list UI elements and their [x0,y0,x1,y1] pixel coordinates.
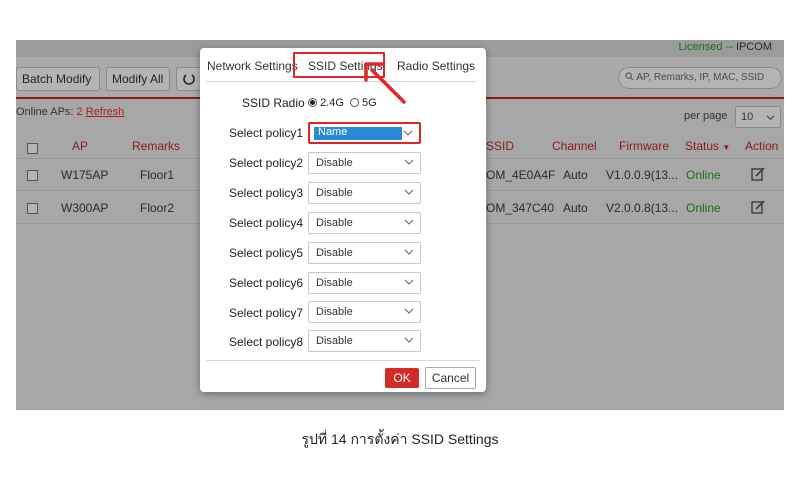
policy-label: Select policy8 [229,335,304,349]
policy-select[interactable]: Disable [308,242,421,264]
chevron-down-icon [404,279,414,285]
row-checkbox[interactable] [27,170,38,181]
chevron-down-icon [766,115,775,121]
tab-network-settings[interactable]: Network Settings [207,59,298,73]
dialog-footer-divider [206,360,480,361]
per-page-value: 10 [741,111,754,123]
policy-value: Disable [316,247,353,259]
policy-select[interactable]: Disable [308,152,421,174]
policy-label: Select policy7 [229,306,304,320]
header-action: Action [745,139,779,153]
row-ssid: OM_4E0A4F [486,168,556,182]
license-text: Licensed -- [678,41,733,53]
row-ap: W300AP [61,201,109,215]
header-firmware[interactable]: Firmware [619,139,669,153]
chevron-down-icon [404,219,414,225]
policy-select[interactable]: Disable [308,330,421,352]
online-aps-info: Online APs: 2 Refresh [16,106,124,118]
policy-label: Select policy3 [229,186,304,200]
policy-select[interactable]: Disable [308,212,421,234]
header-ap[interactable]: AP [72,139,88,153]
per-page-label: per page [684,110,728,122]
row-firmware: V2.0.0.8(13... [606,201,679,215]
radio-2-4g-label: 2.4G [320,97,344,109]
header-status-label: Status [685,139,720,153]
dialog-tabs: Network Settings SSID Settings Radio Set… [200,48,486,84]
chevron-down-icon [404,189,414,195]
chevron-down-icon [404,337,414,343]
policy-label: Select policy5 [229,246,304,260]
refresh-link[interactable]: Refresh [86,106,125,118]
row-ssid: OM_347C40 [486,201,555,215]
policy-value: Disable [316,306,353,318]
policy-select[interactable]: Name [308,122,421,144]
figure-caption: รูปที่ 14 การตั้งค่า SSID Settings [301,431,499,447]
row-channel: Auto [563,201,588,215]
search-icon [625,72,634,81]
tab-divider [206,81,476,82]
per-page-select[interactable]: 10 [735,106,781,128]
row-checkbox[interactable] [27,203,38,214]
search-placeholder: AP, Remarks, IP, MAC, SSID [636,72,765,83]
select-all-checkbox[interactable] [27,143,38,154]
batch-modify-button[interactable]: Batch Modify [16,67,100,91]
red-arrow-annotation [364,62,406,104]
policy-label: Select policy6 [229,276,304,290]
policy-value: Disable [316,217,353,229]
row-status: Online [686,168,721,182]
policy-label: Select policy2 [229,156,304,170]
row-channel: Auto [563,168,588,182]
header-channel[interactable]: Channel [552,139,597,153]
radio-2-4g[interactable] [308,98,317,107]
policy-value: Name [318,126,348,138]
policy-label: Select policy1 [229,126,304,140]
online-aps-count: 2 [76,106,83,118]
policy-label: Select policy4 [229,216,304,230]
row-ap: W175AP [61,168,109,182]
modify-all-button[interactable]: Modify All [106,67,170,91]
chevron-down-icon [404,308,414,314]
header-ssid[interactable]: SSID [486,139,514,153]
chevron-down-icon [404,249,414,255]
row-remarks: Floor1 [140,168,175,182]
policy-select[interactable]: Disable [308,301,421,323]
ok-button[interactable]: OK [385,368,419,388]
header-status[interactable]: Status ▼ [685,139,730,153]
chevron-down-icon [404,159,414,165]
row-status: Online [686,201,721,215]
status-filter-icon: ▼ [722,143,731,152]
policy-value: Disable [316,187,353,199]
search-input[interactable]: AP, Remarks, IP, MAC, SSID [618,67,782,89]
header-remarks[interactable]: Remarks [132,139,180,153]
row-firmware: V1.0.0.9(13... [606,168,679,182]
brand-name: IPCOM [735,41,772,53]
ap-settings-dialog: Network Settings SSID Settings Radio Set… [200,48,486,392]
license-status: Licensed -- IPCOM [678,41,772,53]
edit-icon[interactable] [751,200,765,214]
radio-5g[interactable] [349,98,359,107]
online-aps-label: Online APs: [16,106,74,118]
cancel-button[interactable]: Cancel [425,367,476,389]
chevron-down-icon [403,130,413,136]
policy-select[interactable]: Disable [308,182,421,204]
row-remarks: Floor2 [140,201,175,215]
policy-value: Disable [316,157,353,169]
policy-value: Disable [316,277,353,289]
edit-icon[interactable] [751,167,765,181]
power-icon [183,74,195,85]
policy-select[interactable]: Disable [308,272,421,294]
ssid-radio-label: SSID Radio [242,96,305,110]
policy-value: Disable [316,335,353,347]
